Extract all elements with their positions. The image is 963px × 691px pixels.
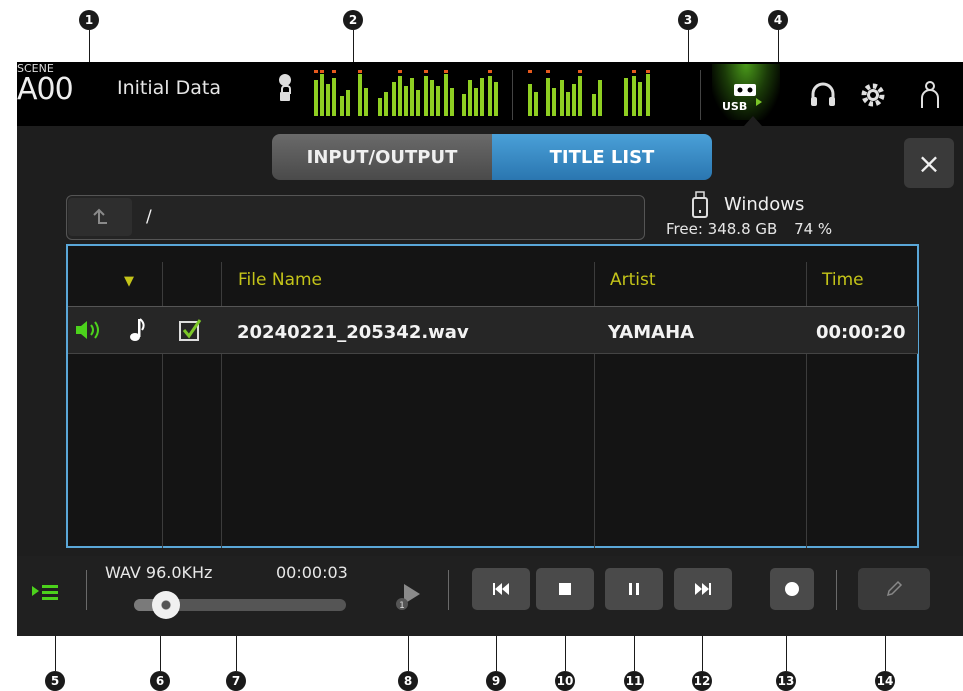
playlist-icon	[32, 585, 58, 600]
usb-drive-icon	[692, 191, 708, 219]
pause-icon	[629, 583, 639, 595]
tab-input-output[interactable]: INPUT/OUTPUT	[272, 134, 492, 180]
callout-3: 3	[678, 10, 698, 30]
skip-back-icon	[493, 583, 509, 595]
edit-title-button[interactable]	[858, 568, 930, 610]
user-icon[interactable]	[918, 80, 942, 110]
pause-button[interactable]	[605, 568, 663, 610]
free-label: Free:	[666, 220, 703, 238]
playback-mode-button[interactable]	[30, 580, 70, 610]
lock-icon-shackle	[281, 85, 291, 94]
checkbox-checked-icon[interactable]	[178, 318, 202, 342]
up-arrow-icon	[93, 208, 107, 224]
col-divider-1	[162, 262, 163, 548]
callout-7: 7	[226, 671, 246, 691]
record-icon	[785, 582, 799, 596]
playback-position-time: 00:00:03	[276, 563, 348, 582]
callout-6: 6	[150, 671, 170, 691]
callout-11: 11	[624, 671, 644, 691]
previous-track-button[interactable]	[472, 568, 530, 610]
close-button[interactable]: ×	[904, 138, 954, 188]
usb-label: USB	[722, 100, 748, 113]
artist-column-header[interactable]: Artist	[610, 270, 656, 290]
title-list-table[interactable]	[66, 244, 919, 548]
usb-pointer-icon	[744, 116, 762, 126]
directory-path-field	[66, 195, 645, 240]
free-value: 348.8 GB	[707, 220, 778, 238]
bar-divider-3	[836, 570, 837, 610]
callout-13: 13	[776, 671, 796, 691]
pencil-icon	[886, 580, 903, 597]
level-meters-right	[526, 70, 656, 116]
record-button[interactable]	[770, 568, 814, 610]
level-meters	[312, 70, 502, 116]
callout-5: 5	[45, 671, 65, 691]
time-column-header[interactable]: Time	[822, 270, 864, 290]
file-format-info: WAV 96.0KHz	[105, 563, 213, 582]
headphones-icon[interactable]	[810, 82, 836, 108]
callout-12: 12	[692, 671, 712, 691]
bar-divider-2	[448, 570, 449, 610]
time-cell: 00:00:20	[816, 322, 906, 343]
skip-forward-icon	[695, 583, 711, 595]
meter-divider	[512, 70, 513, 120]
music-note-icon	[128, 316, 148, 344]
play-mode-icon[interactable]: 1	[394, 580, 426, 612]
file-name-cell: 20240221_205342.wav	[237, 322, 469, 343]
col-divider-4	[806, 262, 807, 548]
parent-directory-button[interactable]	[68, 198, 132, 236]
meter-bars-right	[528, 70, 650, 116]
scene-number[interactable]: A00	[17, 72, 74, 107]
artist-cell: YAMAHA	[608, 322, 695, 343]
bar-divider-1	[86, 570, 87, 610]
scene-name[interactable]: Initial Data	[117, 77, 221, 99]
callout-2: 2	[343, 10, 363, 30]
current-path: /	[146, 207, 152, 227]
next-track-button[interactable]	[674, 568, 732, 610]
speaker-playing-icon	[74, 318, 106, 342]
seek-slider-thumb[interactable]	[151, 591, 180, 619]
callout-8: 8	[398, 671, 418, 691]
callout-4: 4	[768, 10, 788, 30]
gear-icon[interactable]	[860, 82, 886, 108]
free-percent: 74 %	[794, 220, 833, 238]
callout-10: 10	[555, 671, 575, 691]
drive-name: Windows	[724, 194, 805, 215]
callout-14: 14	[875, 671, 895, 691]
stop-icon	[559, 583, 571, 595]
meter-divider-2	[700, 70, 701, 120]
drive-free-space: Free: 348.8 GB 74 %	[666, 220, 832, 238]
svg-text:1: 1	[399, 601, 405, 611]
col-divider-3	[594, 262, 595, 548]
file-name-column-header[interactable]: File Name	[238, 270, 322, 290]
meter-bars-left	[314, 70, 498, 116]
stop-button[interactable]	[536, 568, 594, 610]
tab-title-list[interactable]: TITLE LIST	[492, 134, 712, 180]
callout-9: 9	[486, 671, 506, 691]
col-divider-2	[221, 262, 222, 548]
sort-column-header[interactable]: ▼	[124, 274, 134, 289]
callout-1: 1	[79, 10, 99, 30]
